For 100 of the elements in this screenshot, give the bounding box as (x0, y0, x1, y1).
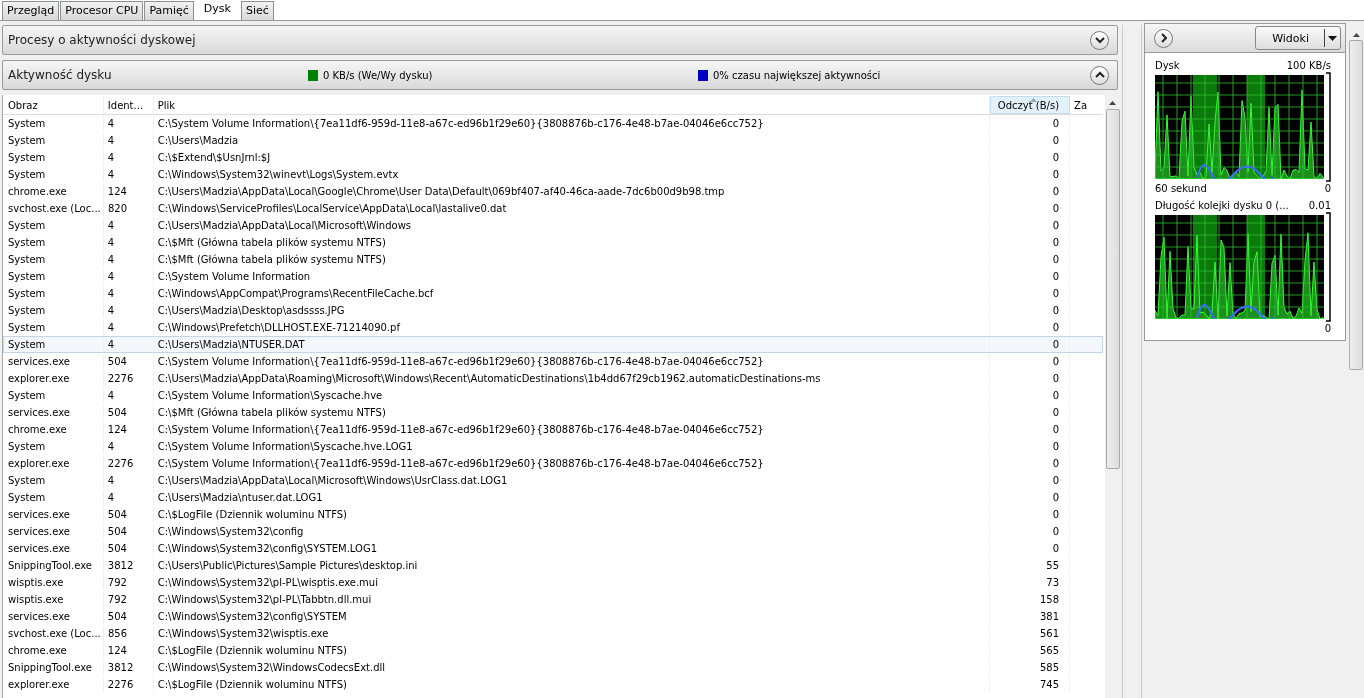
table-cell: 0 (990, 541, 1071, 556)
table-cell: System (4, 490, 104, 505)
table-cell: 0 (990, 116, 1071, 131)
table-cell: System (4, 150, 104, 165)
table-row[interactable]: wisptis.exe 792 C:\Windows\System32\pl-PL\Tabbtn.dll.mui 158 (3, 591, 1103, 608)
table-row[interactable]: explorer.exe 2276 C:\System Volume Information\{7ea11df6-959d-11e8-a67c-ed96b1f29e60}{3808876b-c176-4e48-b7ae-04046e6cc752} 0 (3, 455, 1103, 472)
table-cell: services.exe (4, 541, 104, 556)
table-row[interactable]: explorer.exe 2276 C:\Users\Madzia\AppData\Roaming\Microsoft\Windows\Recent\AutomaticDestinations\1b4dd67f29cb1962.automaticDestinations-ms 0 (3, 370, 1103, 387)
table-cell: 4 (103, 218, 154, 233)
table-cell: C:\Windows\System32\winevt\Logs\System.evtx (153, 167, 991, 182)
chevron-up-icon (1094, 71, 1105, 79)
table-cell: 0 (990, 490, 1071, 505)
table-cell: 0 (990, 235, 1071, 250)
table-cell: C:\Windows\System32\config\SYSTEM.LOG1 (153, 541, 991, 556)
table-cell: 4 (103, 473, 154, 488)
chevron-right-icon (1160, 33, 1167, 43)
table-row[interactable]: System 4 C:\System Volume Information\Syscache.hve 0 (3, 387, 1103, 404)
table-cell: 504 (103, 354, 154, 369)
column-header[interactable]: Obraz (4, 96, 104, 114)
tab[interactable]: Pamięć (144, 1, 194, 20)
expand-button[interactable] (1154, 28, 1173, 48)
table-row[interactable]: svchost.exe (Loc... 820 C:\Windows\ServiceProfiles\LocalService\AppData\Local\lastalive0.dat 0 (3, 200, 1103, 217)
table-row[interactable]: System 4 C:\System Volume Information\{7ea11df6-959d-11e8-a67c-ed96b1f29e60}{3808876b-c176-4e48-b7ae-04046e6cc752} 0 (3, 115, 1103, 132)
table-cell: 4 (103, 303, 154, 318)
scrollbar[interactable] (1105, 95, 1120, 698)
column-header[interactable]: Ident... (103, 96, 154, 114)
table-row[interactable]: System 4 C:\Users\Madzia\AppData\Local\Microsoft\Windows 0 (3, 217, 1103, 234)
table-cell: 3812 (103, 558, 154, 573)
table-row[interactable]: chrome.exe 124 C:\System Volume Information\{7ea11df6-959d-11e8-a67c-ed96b1f29e60}{3808876b-c176-4e48-b7ae-04046e6cc752} 0 (3, 421, 1103, 438)
sort-arrow-icon (1030, 98, 1038, 102)
table-row[interactable]: System 4 C:\$Extend\$UsnJrnl:$J 0 (3, 149, 1103, 166)
views-button[interactable]: Widoki (1255, 26, 1341, 50)
scroll-thumb[interactable] (1105, 109, 1120, 469)
table-cell: System (4, 218, 104, 233)
table-cell: 4 (103, 235, 154, 250)
table-cell: 0 (990, 150, 1071, 165)
table-cell: explorer.exe (4, 456, 104, 471)
tab[interactable]: Procesor CPU (60, 1, 144, 20)
table-cell: System (4, 252, 104, 267)
table-row[interactable]: svchost.exe (Loc... 856 C:\Windows\System32\wisptis.exe 561 (3, 625, 1103, 642)
table-cell: C:\Windows\AppCompat\Programs\RecentFileCache.bcf (153, 286, 991, 301)
tab[interactable]: Przegląd (2, 1, 60, 20)
table-cell: C:\Users\Madzia\ntuser.dat.LOG1 (153, 490, 991, 505)
table-cell: 4 (103, 133, 154, 148)
table-row[interactable]: SnippingTool.exe 3812 C:\Users\Public\Pictures\Sample Pictures\desktop.ini 55 (3, 557, 1103, 574)
table-cell: 504 (103, 507, 154, 522)
table-cell: services.exe (4, 524, 104, 539)
table-row[interactable]: System 4 C:\$Mft (Główna tabela plików systemu NTFS) 0 (3, 251, 1103, 268)
column-header[interactable]: Za (1070, 96, 1102, 114)
table-cell: System (4, 269, 104, 284)
table-row[interactable]: System 4 C:\Windows\System32\winevt\Logs\System.evtx 0 (3, 166, 1103, 183)
table-row[interactable]: System 4 C:\Users\Madzia\NTUSER.DAT 0 (3, 336, 1103, 353)
table-row[interactable]: SnippingTool.exe 3812 C:\Windows\System32\WindowsCodecsExt.dll 585 (3, 659, 1103, 676)
table-cell: System (4, 235, 104, 250)
table-row[interactable]: services.exe 504 C:\Windows\System32\config 0 (3, 523, 1103, 540)
table-row[interactable]: System 4 C:\System Volume Information 0 (3, 268, 1103, 285)
section-header[interactable]: Procesy o aktywności dyskowej (2, 25, 1118, 55)
collapse-button[interactable] (1090, 65, 1109, 85)
tab[interactable]: Sieć (240, 1, 274, 20)
table-cell: explorer.exe (4, 371, 104, 386)
table-cell: C:\$LogFile (Dziennik woluminu NTFS) (153, 643, 991, 658)
table-row[interactable]: services.exe 504 C:\Windows\System32\config\SYSTEM.LOG1 0 (3, 540, 1103, 557)
table-cell: chrome.exe (4, 184, 104, 199)
table-cell: C:\Windows\System32\pl-PL\wisptis.exe.mui (153, 575, 991, 590)
table-row[interactable]: services.exe 504 C:\System Volume Information\{7ea11df6-959d-11e8-a67c-ed96b1f29e60}{3808876b-c176-4e48-b7ae-04046e6cc752} 0 (3, 353, 1103, 370)
table-cell: C:\Users\Madzia\AppData\Roaming\Microsoft\Windows\Recent\AutomaticDestinations\1b4dd67f29cb1962.automaticDestinations-ms (153, 371, 991, 386)
table-row[interactable]: chrome.exe 124 C:\Users\Madzia\AppData\Local\Google\Chrome\User Data\Default\069bf407-af40-46ca-aade-7dc6b00d9b98.tmp 0 (3, 183, 1103, 200)
splitter-handle[interactable] (1122, 25, 1142, 698)
table-row[interactable]: System 4 C:\System Volume Information\Syscache.hve.LOG1 0 (3, 438, 1103, 455)
table-cell: 2276 (103, 371, 154, 386)
table-row[interactable]: explorer.exe 2276 C:\$LogFile (Dziennik woluminu NTFS) 745 (3, 676, 1103, 693)
table-cell: 381 (990, 609, 1071, 624)
table-row[interactable]: chrome.exe 124 C:\$LogFile (Dziennik woluminu NTFS) 565 (3, 642, 1103, 659)
table-row[interactable]: services.exe 504 C:\$Mft (Główna tabela plików systemu NTFS) 0 (3, 404, 1103, 421)
table-cell: 3812 (103, 660, 154, 675)
collapse-button[interactable] (1090, 30, 1109, 50)
table-row[interactable]: services.exe 504 C:\Windows\System32\config\SYSTEM 381 (3, 608, 1103, 625)
table-row[interactable]: System 4 C:\Users\Madzia 0 (3, 132, 1103, 149)
section-header[interactable]: Aktywność dysku 0 KB/s (We/Wy dysku) 0% czasu największej aktywności (2, 60, 1118, 90)
table-cell: 561 (990, 626, 1071, 641)
table-row[interactable]: System 4 C:\$Mft (Główna tabela plików systemu NTFS) 0 (3, 234, 1103, 251)
column-header[interactable]: Odczyt (B/s) (990, 96, 1071, 114)
table-cell: System (4, 337, 104, 352)
table-row[interactable]: services.exe 504 C:\$LogFile (Dziennik woluminu NTFS) 0 (3, 506, 1103, 523)
table-row[interactable]: System 4 C:\Windows\AppCompat\Programs\RecentFileCache.bcf 0 (3, 285, 1103, 302)
table-row[interactable]: System 4 C:\Users\Madzia\AppData\Local\Microsoft\Windows\UsrClass.dat.LOG1 0 (3, 472, 1103, 489)
scroll-up-icon (1352, 33, 1360, 37)
graph-max-label: 100 KB/s (1286, 59, 1331, 72)
table-cell: C:\System Volume Information\Syscache.hve.LOG1 (153, 439, 991, 454)
table-row[interactable]: System 4 C:\Windows\Prefetch\DLLHOST.EXE-71214090.pf 0 (3, 319, 1103, 336)
table-cell: chrome.exe (4, 422, 104, 437)
table-row[interactable]: System 4 C:\Users\Madzia\ntuser.dat.LOG1 0 (3, 489, 1103, 506)
scroll-thumb[interactable] (1349, 40, 1363, 370)
table-cell: 0 (990, 184, 1071, 199)
table-cell: explorer.exe (4, 677, 104, 692)
table-cell: 124 (103, 184, 154, 199)
table-row[interactable]: System 4 C:\Users\Madzia\Desktop\asdssss.JPG 0 (3, 302, 1103, 319)
table-cell: 55 (990, 558, 1071, 573)
table-row[interactable]: wisptis.exe 792 C:\Windows\System32\pl-PL\wisptis.exe.mui 73 (3, 574, 1103, 591)
table-cell: C:\Windows\System32\config\SYSTEM (153, 609, 991, 624)
